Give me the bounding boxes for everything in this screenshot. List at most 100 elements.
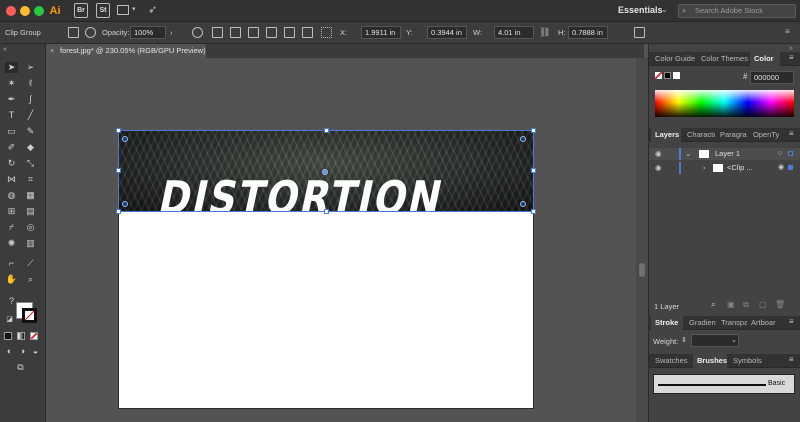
type-tool-icon[interactable]: T: [5, 110, 18, 121]
tab-layers[interactable]: Layers: [651, 128, 681, 142]
chevron-down-icon[interactable]: ⌄: [731, 336, 737, 344]
new-sublayer-icon[interactable]: ⧉: [743, 300, 749, 310]
chevron-down-icon[interactable]: ⌄: [685, 148, 691, 160]
scale-tool-icon[interactable]: ⤡: [24, 158, 37, 169]
screen-mode-icon[interactable]: ⧉: [14, 362, 27, 373]
drawing-mode-icon[interactable]: ◐: [3, 346, 16, 357]
draw-inside-icon[interactable]: ◒: [29, 346, 42, 357]
selection-handle[interactable]: [324, 209, 329, 214]
selection-handle[interactable]: [531, 209, 536, 214]
bridge-button[interactable]: Br: [74, 3, 88, 18]
rotate-tool-icon[interactable]: ↻: [5, 158, 18, 169]
workspace-switcher[interactable]: Essentials: [618, 5, 663, 15]
tab-transparency[interactable]: Transpa: [717, 316, 747, 330]
hand-tool-icon[interactable]: ✋: [5, 274, 18, 285]
align-right-icon[interactable]: [248, 27, 259, 38]
tab-character[interactable]: Characte: [683, 128, 715, 142]
opacity-label[interactable]: Opacity:: [102, 28, 130, 37]
scrollbar-thumb[interactable]: [639, 263, 645, 277]
corner-widget[interactable]: [122, 136, 128, 142]
shape-builder-icon[interactable]: ◍: [5, 190, 18, 201]
gradient-tool-icon[interactable]: ▤: [24, 206, 37, 217]
collapse-dock-icon[interactable]: »: [789, 45, 793, 52]
tab-symbols[interactable]: Symbols: [729, 354, 765, 368]
width-tool-icon[interactable]: ⋈: [5, 174, 18, 185]
selection-indicator[interactable]: [788, 165, 793, 170]
target-icon[interactable]: ○: [778, 148, 782, 160]
visibility-eye-icon[interactable]: ◉: [655, 148, 662, 160]
corner-widget[interactable]: [520, 201, 526, 207]
blend-tool-icon[interactable]: ◎: [24, 222, 37, 233]
edit-contents-icon[interactable]: [85, 27, 96, 38]
selection-handle[interactable]: [531, 168, 536, 173]
opacity-field[interactable]: 100%: [130, 26, 166, 39]
free-transform-icon[interactable]: ⌗: [24, 174, 37, 185]
recolor-artwork-icon[interactable]: [192, 27, 203, 38]
lasso-icon[interactable]: ℓ: [24, 78, 37, 89]
gpu-performance-icon[interactable]: ➶: [148, 3, 157, 16]
vertical-scrollbar[interactable]: [636, 58, 648, 422]
column-graph-icon[interactable]: ▥: [24, 238, 37, 249]
symbol-sprayer-icon[interactable]: ✺: [5, 238, 18, 249]
corner-widget[interactable]: [122, 201, 128, 207]
align-bottom-icon[interactable]: [302, 27, 313, 38]
panel-menu-icon[interactable]: ≡: [789, 355, 794, 364]
color-spectrum[interactable]: [655, 90, 794, 117]
close-window-button[interactable]: [6, 6, 16, 16]
chevron-right-icon[interactable]: ›: [170, 28, 173, 37]
new-layer-icon[interactable]: ▢: [759, 300, 767, 309]
eyedropper-icon[interactable]: ⌿: [5, 222, 18, 233]
rectangle-tool-icon[interactable]: ▭: [5, 126, 18, 137]
selection-handle[interactable]: [116, 128, 121, 133]
selection-handle[interactable]: [324, 128, 329, 133]
tab-color-themes[interactable]: Color Themes: [697, 52, 749, 66]
layer-name[interactable]: <Clip ...: [727, 162, 753, 174]
hex-color-field[interactable]: 000000: [750, 71, 794, 84]
panel-menu-icon[interactable]: ≡: [789, 129, 794, 138]
transform-icon[interactable]: [634, 27, 645, 38]
color-mode-button[interactable]: [4, 332, 12, 340]
tab-stroke[interactable]: Stroke: [651, 316, 683, 330]
constrain-proportions-icon[interactable]: ⛓: [539, 27, 550, 38]
tab-color[interactable]: Color: [750, 52, 780, 66]
selection-handle[interactable]: [116, 209, 121, 214]
none-mode-button[interactable]: [30, 332, 38, 340]
chevron-down-icon[interactable]: ▾: [132, 5, 136, 13]
document-tab[interactable]: × forest.jpg* @ 230.05% (RGB/GPU Preview…: [46, 44, 206, 58]
y-position-field[interactable]: 0.3944 in: [427, 26, 467, 39]
gradient-mode-button[interactable]: [17, 332, 25, 340]
selection-indicator[interactable]: [788, 151, 793, 156]
stock-search-input[interactable]: ⌕ Search Adobe Stock: [678, 4, 796, 18]
draw-behind-icon[interactable]: ◑: [16, 346, 29, 357]
tab-artboards[interactable]: Artboar: [747, 316, 783, 330]
stroke-swatch[interactable]: [22, 308, 37, 323]
white-swatch[interactable]: [673, 72, 680, 79]
close-icon[interactable]: ×: [50, 44, 54, 58]
align-top-icon[interactable]: [266, 27, 277, 38]
eraser-icon[interactable]: ◆: [24, 142, 37, 153]
default-colors-icon[interactable]: ◪: [3, 314, 16, 325]
paintbrush-icon[interactable]: ✎: [24, 126, 37, 137]
chevron-down-icon[interactable]: ⌄: [661, 5, 668, 14]
transform-reference-point-icon[interactable]: [321, 27, 332, 38]
edit-clipping-path-icon[interactable]: [68, 27, 79, 38]
zoom-tool-icon[interactable]: ⌕: [24, 274, 37, 285]
layer-name[interactable]: Layer 1: [715, 148, 740, 160]
delete-layer-icon[interactable]: 🗑: [775, 300, 785, 309]
tab-paragraph[interactable]: Paragra: [716, 128, 748, 142]
panel-menu-icon[interactable]: ≡: [789, 53, 794, 62]
mesh-tool-icon[interactable]: ⊞: [5, 206, 18, 217]
artboard-tool-icon[interactable]: ⌐: [5, 258, 18, 269]
magic-wand-icon[interactable]: ✶: [5, 78, 18, 89]
line-segment-icon[interactable]: ╱: [24, 110, 37, 121]
minimize-window-button[interactable]: [20, 6, 30, 16]
stock-button[interactable]: St: [96, 3, 110, 18]
target-icon[interactable]: ◉: [778, 162, 784, 174]
slice-tool-icon[interactable]: ⟋: [24, 258, 37, 269]
tab-gradient[interactable]: Gradien: [685, 316, 717, 330]
layer-row[interactable]: ◉ ⌄ Layer 1 ○: [649, 148, 800, 160]
x-position-field[interactable]: 1.9911 in: [361, 26, 401, 39]
tab-color-guide[interactable]: Color Guide: [651, 52, 697, 66]
locate-object-icon[interactable]: ⌕: [711, 300, 715, 310]
panel-menu-icon[interactable]: ≡: [785, 27, 796, 38]
